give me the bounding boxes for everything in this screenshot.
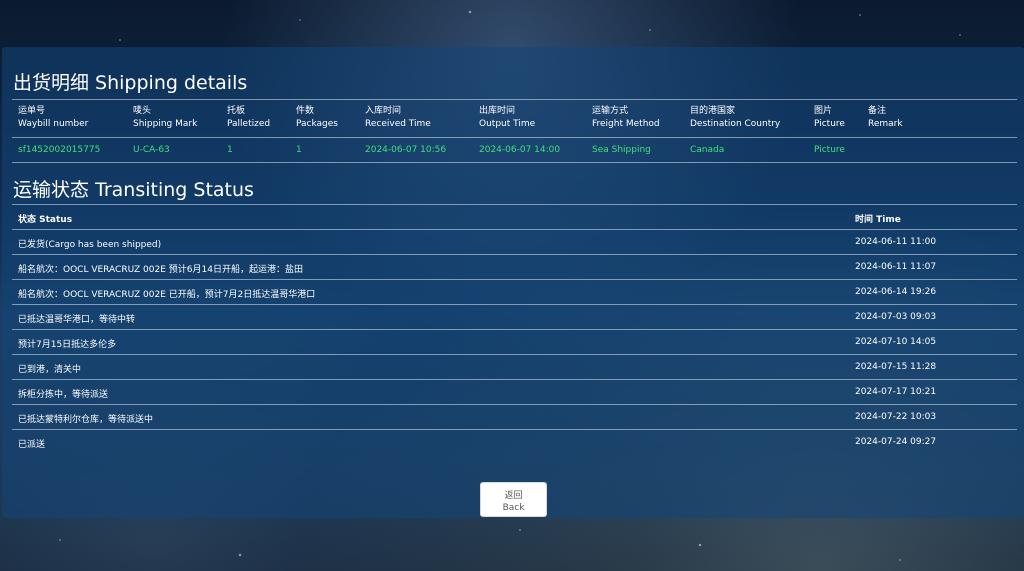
header-picture: 图片 Picture <box>814 106 845 129</box>
header-palletized: 托板 Palletized <box>227 106 271 129</box>
status-row: 已抵达温哥华港口，等待中转 2024-07-03 09:03 <box>12 305 1017 330</box>
shipping-table-row: sf1452002015775 U-CA-63 1 1 2024-06-07 1… <box>12 138 1017 162</box>
status-text: 已抵达温哥华港口，等待中转 <box>18 315 136 325</box>
transit-status-table: 状态 Status 时间 Time 已发货(Cargo has been shi… <box>12 204 1017 454</box>
back-button-label-en: Back <box>502 503 525 513</box>
details-panel: 出货明细 Shipping details 运单号 Waybill number … <box>2 47 1024 518</box>
status-text: 船名航次：OOCL VERACRUZ 002E 预计6月14日开船，起运港：盐田 <box>18 265 303 275</box>
shipping-mark-value: U-CA-63 <box>133 145 170 155</box>
status-time: 2024-06-11 11:00 <box>855 237 937 247</box>
status-time: 2024-06-14 19:26 <box>855 287 937 297</box>
header-output-time: 出库时间 Output Time <box>479 106 536 129</box>
status-row: 已抵达蒙特利尔仓库，等待派送中 2024-07-22 10:03 <box>12 405 1017 430</box>
status-text: 已发货(Cargo has been shipped) <box>18 240 162 250</box>
palletized-value: 1 <box>227 145 233 155</box>
status-text: 已抵达蒙特利尔仓库，等待派送中 <box>18 415 154 425</box>
status-text: 已派送 <box>18 440 46 450</box>
back-button[interactable]: 返回 Back <box>480 482 547 517</box>
status-row: 船名航次：OOCL VERACRUZ 002E 已开船，预计7月2日抵达温哥华港… <box>12 280 1017 305</box>
destination-country-value: Canada <box>690 145 725 155</box>
header-received-time: 入库时间 Received Time <box>365 106 431 129</box>
status-text: 船名航次：OOCL VERACRUZ 002E 已开船，预计7月2日抵达温哥华港… <box>18 290 316 300</box>
status-time: 2024-07-17 10:21 <box>855 387 937 397</box>
header-status: 状态 Status <box>18 215 73 225</box>
shipping-details-title: 出货明细 Shipping details <box>13 72 248 94</box>
status-row: 船名航次：OOCL VERACRUZ 002E 预计6月14日开船，起运港：盐田… <box>12 255 1017 280</box>
status-row: 已派送 2024-07-24 09:27 <box>12 430 1017 454</box>
freight-method-value: Sea Shipping <box>592 145 651 155</box>
status-time: 2024-07-24 09:27 <box>855 437 937 447</box>
status-row: 已到港，清关中 2024-07-15 11:28 <box>12 355 1017 380</box>
header-destination-country: 目的港国家 Destination Country <box>690 106 781 129</box>
header-shipping-mark: 唛头 Shipping Mark <box>133 106 198 129</box>
waybill-value: sf1452002015775 <box>18 145 101 155</box>
header-freight-method: 运输方式 Freight Method <box>592 106 660 129</box>
status-row: 预计7月15日抵达多伦多 2024-07-10 14:05 <box>12 330 1017 355</box>
status-time: 2024-07-15 11:28 <box>855 362 937 372</box>
received-time-value: 2024-06-07 10:56 <box>365 145 447 155</box>
back-button-label-zh: 返回 <box>504 491 523 501</box>
status-text: 预计7月15日抵达多伦多 <box>18 340 117 350</box>
shipping-table-header: 运单号 Waybill number 唛头 Shipping Mark 托板 Pall… <box>12 100 1017 138</box>
status-time: 2024-07-10 14:05 <box>855 337 937 347</box>
packages-value: 1 <box>296 145 302 155</box>
output-time-value: 2024-06-07 14:00 <box>479 145 561 155</box>
header-time: 时间 Time <box>855 215 901 225</box>
status-time: 2024-06-11 11:07 <box>855 262 937 272</box>
status-table-header: 状态 Status 时间 Time <box>12 205 1017 230</box>
status-text: 已到港，清关中 <box>18 365 82 375</box>
status-time: 2024-07-03 09:03 <box>855 312 937 322</box>
shipping-details-table: 运单号 Waybill number 唛头 Shipping Mark 托板 Pall… <box>12 99 1017 163</box>
picture-link[interactable]: Picture <box>814 144 845 157</box>
transiting-status-title: 运输状态 Transiting Status <box>13 179 254 201</box>
header-remark: 备注 Remark <box>868 106 903 129</box>
header-packages: 件数 Packages <box>296 106 338 129</box>
status-row: 拆柜分拣中，等待派送 2024-07-17 10:21 <box>12 380 1017 405</box>
status-text: 拆柜分拣中，等待派送 <box>18 390 109 400</box>
status-time: 2024-07-22 10:03 <box>855 412 937 422</box>
status-row: 已发货(Cargo has been shipped) 2024-06-11 1… <box>12 230 1017 255</box>
header-waybill: 运单号 Waybill number <box>18 106 89 129</box>
